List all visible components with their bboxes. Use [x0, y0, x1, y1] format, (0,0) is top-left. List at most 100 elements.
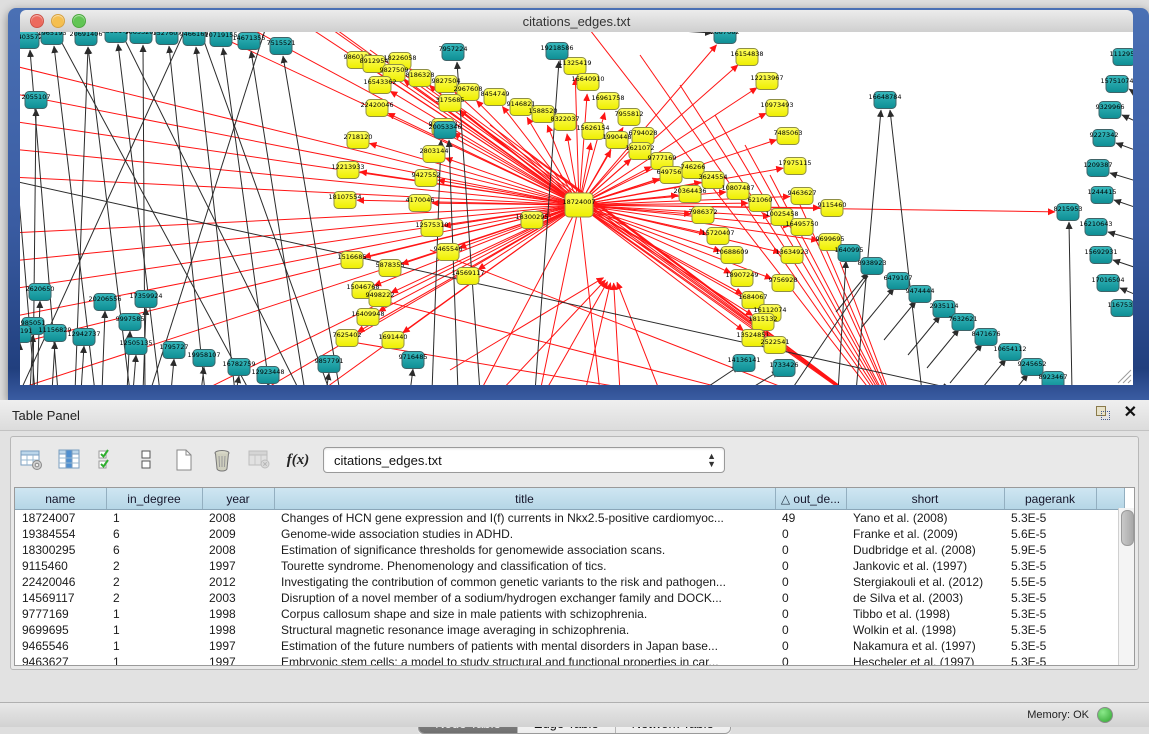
close-panel-icon[interactable]: ✕ [1124, 406, 1137, 420]
table-cell[interactable]: de Silva et al. (2003) [846, 590, 1004, 606]
table-row[interactable]: 1938455462009Genome-wide association stu… [15, 526, 1125, 542]
table-cell[interactable]: 2008 [202, 542, 274, 558]
network-edge[interactable] [1108, 232, 1133, 243]
table-cell[interactable]: 1998 [202, 622, 274, 638]
table-cell[interactable]: 5.3E-5 [1004, 558, 1096, 574]
table-row[interactable]: 946554611997Estimation of the future num… [15, 638, 1125, 654]
table-cell[interactable]: 49 [775, 510, 846, 527]
new-column-icon[interactable] [171, 448, 197, 472]
table-cell[interactable]: 1998 [202, 606, 274, 622]
network-edge[interactable] [1116, 143, 1133, 154]
table-cell[interactable]: 9777169 [15, 606, 106, 622]
network-edge[interactable] [52, 342, 55, 385]
network-edge[interactable] [540, 32, 712, 33]
table-cell[interactable]: 5.3E-5 [1004, 590, 1096, 606]
network-edge[interactable] [1069, 222, 1072, 385]
network-edge[interactable] [1122, 115, 1133, 126]
table-cell[interactable]: 0 [775, 542, 846, 558]
table-row[interactable]: 911546021997Tourette syndrome. Phenomeno… [15, 558, 1125, 574]
table-cell[interactable]: 2008 [202, 510, 274, 527]
network-edge[interactable] [884, 301, 916, 340]
table-cell[interactable]: 9699695 [15, 622, 106, 638]
table-cell[interactable]: 2003 [202, 590, 274, 606]
table-cell[interactable]: Nakamura et al. (1997) [846, 638, 1004, 654]
network-edge[interactable] [265, 384, 268, 385]
table-cell[interactable]: 5.3E-5 [1004, 654, 1096, 666]
network-edge[interactable] [171, 359, 174, 385]
table-cell[interactable]: 1 [106, 638, 202, 654]
table-cell[interactable]: 0 [775, 558, 846, 574]
table-row[interactable]: 2242004622012Investigating the contribut… [15, 574, 1125, 590]
network-edge[interactable] [996, 374, 1028, 385]
table-cell[interactable]: Estimation of significance thresholds fo… [274, 542, 775, 558]
table-cell[interactable]: 6 [106, 542, 202, 558]
network-edge[interactable] [236, 376, 239, 385]
table-scrollbar[interactable] [1118, 508, 1134, 665]
table-cell[interactable]: Yano et al. (2008) [846, 510, 1004, 527]
table-cell[interactable]: 1 [106, 654, 202, 666]
delete-column-icon[interactable] [209, 448, 235, 472]
network-edge[interactable] [410, 369, 413, 385]
network-edge[interactable] [579, 94, 587, 205]
table-cell[interactable]: 2 [106, 590, 202, 606]
network-edge[interactable] [251, 51, 305, 385]
table-cell[interactable]: Wolkin et al. (1998) [846, 622, 1004, 638]
table-cell[interactable]: 2 [106, 574, 202, 590]
column-header-pagerank[interactable]: pagerank [1004, 488, 1096, 510]
network-edge[interactable] [391, 205, 579, 293]
network-edge[interactable] [1129, 89, 1133, 100]
network-edge[interactable] [20, 205, 579, 235]
network-edge[interactable] [862, 288, 894, 327]
network-edge[interactable] [196, 47, 235, 385]
network-edge[interactable] [430, 250, 905, 385]
table-cell[interactable]: Investigating the contribution of common… [274, 574, 775, 590]
delete-table-icon[interactable] [247, 448, 273, 472]
table-cell[interactable]: 0 [775, 526, 846, 542]
float-panel-icon[interactable] [1096, 406, 1110, 420]
table-cell[interactable]: 5.3E-5 [1004, 638, 1096, 654]
table-row[interactable]: 977716911998Corpus callosum shape and si… [15, 606, 1125, 622]
table-cell[interactable]: 5.3E-5 [1004, 510, 1096, 527]
table-cell[interactable]: 2 [106, 558, 202, 574]
table-cell[interactable]: Estimation of the future numbers of pati… [274, 638, 775, 654]
table-row[interactable]: 1456911722003Disruption of a novel membe… [15, 590, 1125, 606]
table-cell[interactable]: Corpus callosum shape and size in male p… [274, 606, 775, 622]
table-cell[interactable]: Stergiakouli et al. (2012) [846, 574, 1004, 590]
network-edge[interactable] [617, 282, 660, 385]
network-edge[interactable] [20, 178, 950, 385]
network-edge[interactable] [579, 205, 600, 385]
show-column-icon[interactable] [57, 448, 83, 472]
table-row[interactable]: 1830029562008Estimation of significance … [15, 542, 1125, 558]
row-height-icon[interactable] [133, 448, 159, 472]
table-cell[interactable]: 9463627 [15, 654, 106, 666]
network-edge[interactable] [614, 283, 620, 385]
table-cell[interactable]: 1 [106, 606, 202, 622]
network-edge[interactable] [974, 359, 1006, 385]
column-header-year[interactable]: year [202, 488, 274, 510]
network-edge[interactable] [200, 32, 330, 385]
table-cell[interactable]: 9465546 [15, 638, 106, 654]
table-cell[interactable]: 18300295 [15, 542, 106, 558]
table-row[interactable]: 1872400712008Changes of HCN gene express… [15, 510, 1125, 527]
table-cell[interactable]: 5.6E-5 [1004, 526, 1096, 542]
network-edge[interactable] [950, 344, 982, 383]
table-cell[interactable]: 5.9E-5 [1004, 542, 1096, 558]
column-checklist-icon[interactable] [95, 448, 121, 472]
table-row[interactable]: 946362711997Embryonic stem cells: a mode… [15, 654, 1125, 666]
table-cell[interactable]: Jankovic et al. (1997) [846, 558, 1004, 574]
network-edge[interactable] [118, 44, 160, 385]
table-cell[interactable]: 1997 [202, 638, 274, 654]
table-row[interactable]: 969969511998Structural magnetic resonanc… [15, 622, 1125, 638]
table-cell[interactable]: Embryonic stem cells: a model to study s… [274, 654, 775, 666]
column-header-name[interactable]: name [15, 488, 106, 510]
table-selector-dropdown[interactable]: citations_edges.txt ▲▼ [323, 447, 725, 473]
table-mode-icon[interactable] [19, 448, 45, 472]
scrollbar-thumb[interactable] [1121, 510, 1134, 546]
network-edge[interactable] [790, 276, 868, 385]
table-cell[interactable]: 1 [106, 510, 202, 527]
column-header-title[interactable]: title [274, 488, 775, 510]
table-cell[interactable]: Structural magnetic resonance image aver… [274, 622, 775, 638]
network-edge[interactable] [927, 329, 959, 368]
table-cell[interactable]: 5.3E-5 [1004, 622, 1096, 638]
network-edge[interactable] [133, 355, 136, 385]
